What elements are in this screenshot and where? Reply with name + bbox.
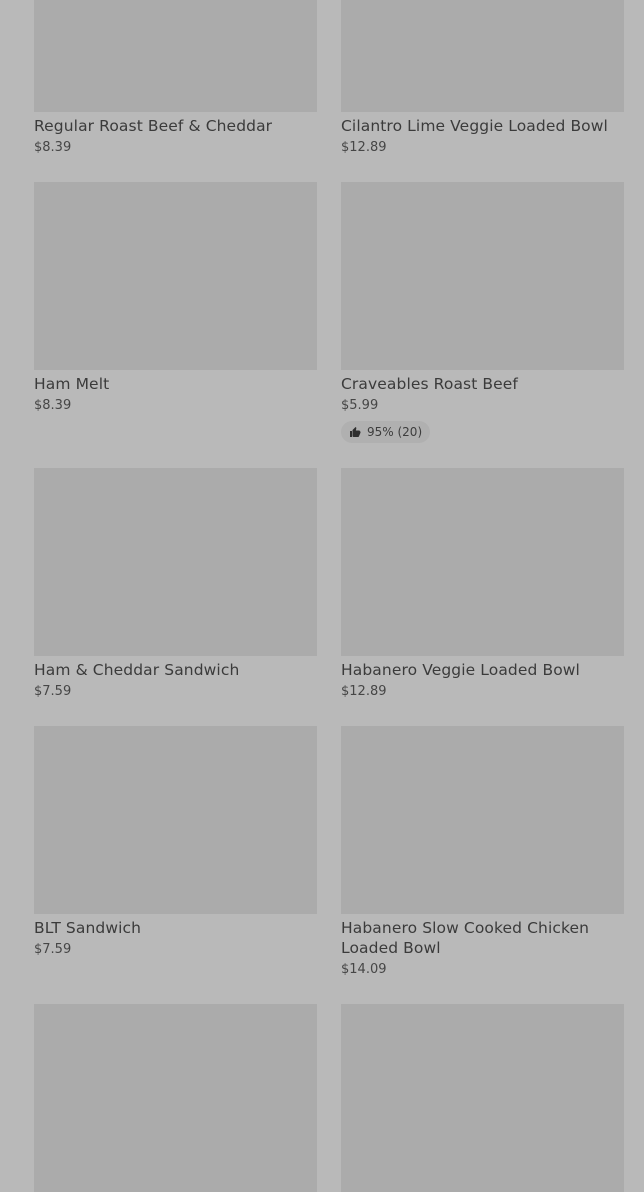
product-price: $12.89 <box>341 140 387 155</box>
product-price: $5.99 <box>341 398 379 413</box>
product-image[interactable] <box>341 182 624 370</box>
product-image[interactable] <box>341 0 624 112</box>
product-card[interactable]: Habanero Veggie Loaded Bowl $12.89 <box>341 468 624 701</box>
product-card[interactable]: Ham & Cheddar Sandwich $7.59 <box>34 468 317 701</box>
rating-text: 95% (20) <box>367 425 423 439</box>
product-price: $14.09 <box>341 962 387 977</box>
product-image[interactable] <box>34 0 317 112</box>
product-name: Habanero Veggie Loaded Bowl <box>341 661 580 679</box>
product-name: Ham Melt <box>34 375 110 393</box>
product-name: Regular Roast Beef & Cheddar <box>34 117 273 135</box>
product-card[interactable]: Habanero Slow Cooked Chicken Loaded Bowl… <box>341 726 624 979</box>
product-card[interactable]: Ham Melt $8.39 <box>34 182 317 415</box>
product-price: $8.39 <box>34 140 72 155</box>
rating-badge: 95% (20) <box>341 421 431 443</box>
product-card[interactable]: Regular Roast Beef & Cheddar $8.39 <box>34 0 317 157</box>
product-name: Craveables Roast Beef <box>341 375 518 393</box>
product-image[interactable] <box>34 726 317 914</box>
product-grid: Regular Roast Beef & Cheddar $8.39 Cilan… <box>34 0 624 1192</box>
product-card[interactable] <box>341 1004 624 1192</box>
product-name: Habanero Slow Cooked Chicken Loaded Bowl <box>341 919 590 957</box>
product-image[interactable] <box>34 182 317 370</box>
product-name: Cilantro Lime Veggie Loaded Bowl <box>341 117 608 135</box>
product-card[interactable]: Craveables Roast Beef $5.99 95% (20) <box>341 182 624 443</box>
product-image[interactable] <box>341 468 624 656</box>
product-card[interactable]: BLT Sandwich $7.59 <box>34 726 317 959</box>
product-price: $12.89 <box>341 684 387 699</box>
product-price: $8.39 <box>34 398 72 413</box>
product-image[interactable] <box>341 726 624 914</box>
product-name: BLT Sandwich <box>34 919 142 937</box>
product-price: $7.59 <box>34 942 72 957</box>
product-price: $7.59 <box>34 684 72 699</box>
product-image[interactable] <box>34 468 317 656</box>
product-image[interactable] <box>341 1004 624 1192</box>
thumbs-up-icon <box>350 427 361 437</box>
product-card[interactable]: Cilantro Lime Veggie Loaded Bowl $12.89 <box>341 0 624 157</box>
product-card[interactable] <box>34 1004 317 1192</box>
product-name: Ham & Cheddar Sandwich <box>34 661 240 679</box>
product-image[interactable] <box>34 1004 317 1192</box>
